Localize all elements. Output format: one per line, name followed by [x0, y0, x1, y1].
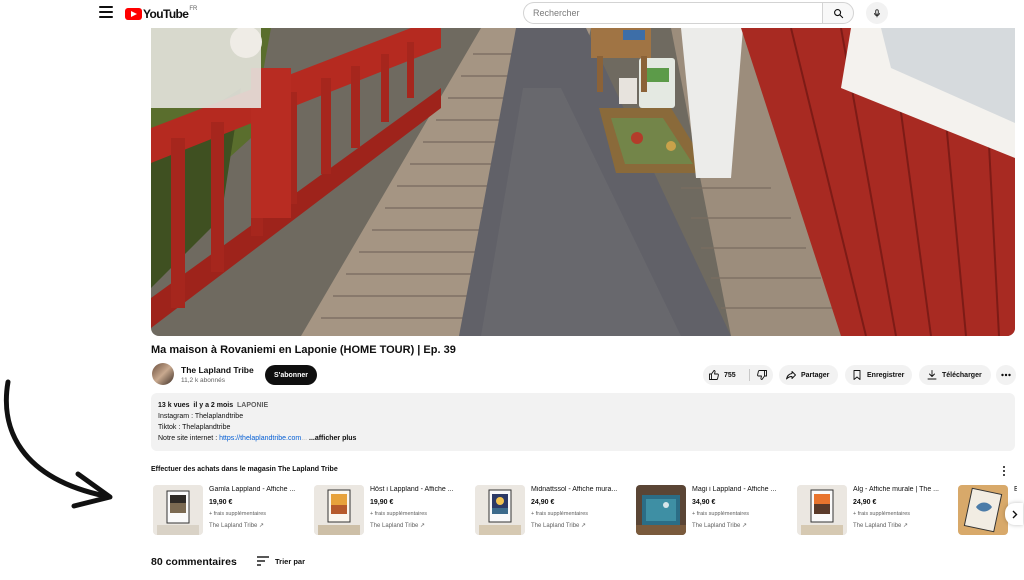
shop-section-title: Effectuer des achats dans le magasin The…: [151, 466, 338, 473]
video-title: Ma maison à Rovaniemi en Laponie (HOME T…: [151, 344, 456, 356]
product-price: 19,90 €: [209, 499, 233, 506]
video-frame: [151, 28, 1015, 336]
logo-country-code: FR: [189, 6, 198, 12]
product-name: Midnattssol - Affiche mura...: [531, 486, 618, 493]
channel-avatar[interactable]: [152, 363, 174, 385]
subscribe-button[interactable]: S'abonner: [265, 365, 317, 385]
download-icon: [927, 370, 937, 380]
sort-comments-button[interactable]: Trier par: [257, 556, 305, 566]
annotation-arrow-icon: [3, 379, 113, 509]
share-label: Partager: [801, 371, 830, 379]
product-card[interactable]: Magi i Lappland - Affiche ... 34,90 € + …: [634, 483, 794, 539]
product-name: Magi i Lappland - Affiche ...: [692, 486, 777, 493]
like-count: 755: [724, 371, 736, 379]
product-price: 19,90 €: [370, 499, 394, 506]
youtube-play-icon: [125, 8, 142, 20]
product-name: Älg - Affiche murale | The ...: [853, 486, 939, 493]
download-label: Télécharger: [942, 371, 982, 379]
view-count: 13 k vues: [158, 402, 190, 409]
hashtag-laponie[interactable]: LAPONIE: [237, 402, 268, 409]
description-instagram: Instagram : Thelaplandtribe: [158, 413, 244, 420]
product-thumbnail: [153, 485, 203, 535]
chevron-right-icon: [1012, 510, 1017, 518]
search-icon: [833, 8, 843, 18]
product-card[interactable]: Höst i Lappland - Affiche ... 19,90 € + …: [312, 483, 472, 539]
comments-count: 80 commentaires: [151, 556, 237, 568]
site-prefix: Notre site internet :: [158, 435, 220, 442]
product-price: 34,90 €: [692, 499, 716, 506]
product-card[interactable]: Älg - Affiche murale | The ... 24,90 € +…: [795, 483, 955, 539]
product-shipping: + frais supplémentaires: [692, 511, 750, 517]
more-horizontal-icon: [1001, 373, 1011, 377]
thumbs-down-icon: [756, 370, 767, 380]
share-icon: [786, 371, 796, 380]
product-card[interactable]: Gamla Lappland - Affiche ... 19,90 € + f…: [151, 483, 311, 539]
sort-label: Trier par: [275, 556, 306, 566]
thumbs-up-icon: [709, 370, 719, 380]
search-button[interactable]: [822, 2, 854, 24]
product-thumbnail: [636, 485, 686, 535]
description-site-line: Notre site internet : https://thelapland…: [158, 433, 1008, 444]
product-store-link[interactable]: The Lapland Tribe ↗: [692, 522, 747, 529]
channel-name[interactable]: The Lapland Tribe: [181, 365, 254, 375]
download-button[interactable]: Télécharger: [919, 365, 991, 385]
description-stats: 13 k vues il y a 2 mois LAPONIE: [158, 400, 1008, 411]
video-player[interactable]: [151, 28, 1015, 336]
bookmark-icon: [853, 370, 861, 380]
masthead: YouTube FR: [0, 0, 1024, 28]
product-shipping: + frais supplémentaires: [853, 511, 911, 517]
product-thumbnail: [475, 485, 525, 535]
search-input[interactable]: [523, 2, 822, 24]
product-card[interactable]: Midnattssol - Affiche mura... 24,90 € + …: [473, 483, 633, 539]
youtube-logo[interactable]: YouTube FR: [125, 5, 197, 23]
dislike-button[interactable]: [750, 365, 773, 385]
description-tiktok: Tiktok : Thelaplandtribe: [158, 424, 231, 431]
menu-icon[interactable]: [99, 6, 113, 20]
product-store-link[interactable]: The Lapland Tribe ↗: [531, 522, 586, 529]
product-name: Höst i Lappland - Affiche ...: [370, 486, 454, 493]
like-button[interactable]: 755: [703, 365, 749, 385]
sort-icon: [257, 556, 269, 566]
carousel-next-button[interactable]: [1005, 503, 1023, 525]
product-thumbnail: [797, 485, 847, 535]
product-shipping: + frais supplémentaires: [370, 511, 428, 517]
shop-more-icon[interactable]: [999, 465, 1009, 477]
search-box: [523, 2, 854, 24]
product-price: 24,90 €: [853, 499, 877, 506]
site-link[interactable]: https://thelaplandtribe.com: [219, 435, 301, 442]
product-store-link[interactable]: The Lapland Tribe ↗: [370, 522, 425, 529]
product-price: 24,90 €: [531, 499, 555, 506]
description-box[interactable]: 13 k vues il y a 2 mois LAPONIE Instagra…: [151, 393, 1015, 451]
product-thumbnail: [314, 485, 364, 535]
product-name: Gamla Lappland - Affiche ...: [209, 486, 296, 493]
save-button[interactable]: Enregistrer: [845, 365, 912, 385]
like-dislike-group: 755: [703, 365, 773, 385]
save-label: Enregistrer: [867, 371, 905, 379]
logo-text: YouTube: [143, 7, 189, 21]
shop-carousel: Gamla Lappland - Affiche ... 19,90 € + f…: [151, 483, 1017, 539]
site-fade: ...: [301, 435, 308, 442]
voice-search-button[interactable]: [866, 2, 888, 24]
product-shipping: + frais supplémentaires: [209, 511, 267, 517]
microphone-icon: [874, 8, 880, 17]
show-more-link[interactable]: ...afficher plus: [309, 435, 356, 442]
share-button[interactable]: Partager: [779, 365, 838, 385]
more-actions-button[interactable]: [996, 365, 1016, 385]
subscriber-count: 11,2 k abonnés: [181, 377, 225, 384]
product-store-link[interactable]: The Lapland Tribe ↗: [209, 522, 264, 529]
product-thumbnail: [958, 485, 1008, 535]
upload-date: il y a 2 mois: [193, 402, 234, 409]
product-store-link[interactable]: The Lapland Tribe ↗: [853, 522, 908, 529]
product-name: E: [1014, 486, 1017, 493]
product-shipping: + frais supplémentaires: [531, 511, 589, 517]
